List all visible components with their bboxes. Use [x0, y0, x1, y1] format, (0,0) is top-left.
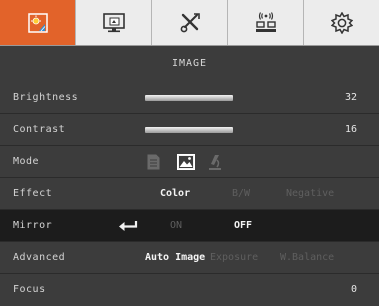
contrast-row[interactable]: Contrast 16 [0, 114, 379, 146]
brightness-label: Brightness [13, 92, 79, 103]
system-gear-icon [330, 11, 353, 34]
mode-row[interactable]: Mode [0, 146, 379, 178]
brightness-value: 32 [344, 92, 357, 103]
tab-display[interactable] [76, 0, 152, 45]
photo-icon[interactable] [177, 154, 195, 170]
brightness-slider[interactable] [145, 95, 233, 101]
effect-label: Effect [13, 188, 53, 199]
focus-row[interactable]: Focus 0 [0, 274, 379, 304]
mirror-label: Mirror [13, 220, 53, 231]
section-title: IMAGE [171, 58, 208, 69]
advanced-option-auto-image[interactable]: Auto Image [145, 242, 205, 274]
effect-option-color[interactable]: Color [160, 178, 190, 210]
brightness-row[interactable]: Brightness 32 [0, 82, 379, 114]
tab-system[interactable] [304, 0, 379, 45]
document-icon[interactable] [147, 154, 160, 170]
image-settings-icon [27, 12, 48, 33]
focus-label: Focus [13, 284, 46, 295]
display-screen-icon [102, 12, 125, 32]
contrast-value: 16 [344, 124, 357, 135]
effect-option-negative[interactable]: Negative [286, 178, 334, 210]
tab-tools[interactable] [152, 0, 228, 45]
effect-option-bw[interactable]: B/W [232, 178, 250, 210]
contrast-label: Contrast [13, 124, 66, 135]
tab-image[interactable] [0, 0, 76, 45]
effect-row[interactable]: Effect Color B/W Negative [0, 178, 379, 210]
advanced-label: Advanced [13, 252, 66, 263]
focus-value: 0 [350, 284, 357, 295]
advanced-row[interactable]: Advanced Auto Image Exposure W.Balance [0, 242, 379, 274]
contrast-slider[interactable] [145, 127, 233, 133]
tools-icon [180, 12, 200, 32]
advanced-option-exposure[interactable]: Exposure [210, 242, 258, 274]
osd-menu: IMAGE Brightness 32 Contrast 16 Mode Eff… [0, 0, 379, 304]
tab-network[interactable] [228, 0, 304, 45]
microscope-icon[interactable] [208, 154, 222, 171]
network-icon [255, 11, 276, 32]
advanced-option-white-balance[interactable]: W.Balance [280, 242, 334, 274]
mirror-option-off[interactable]: OFF [234, 210, 252, 242]
enter-arrow-icon [119, 221, 138, 231]
mode-label: Mode [13, 156, 40, 167]
mirror-row[interactable]: Mirror ON OFF [0, 210, 379, 242]
tab-bar [0, 0, 379, 46]
mirror-option-on[interactable]: ON [170, 210, 182, 242]
